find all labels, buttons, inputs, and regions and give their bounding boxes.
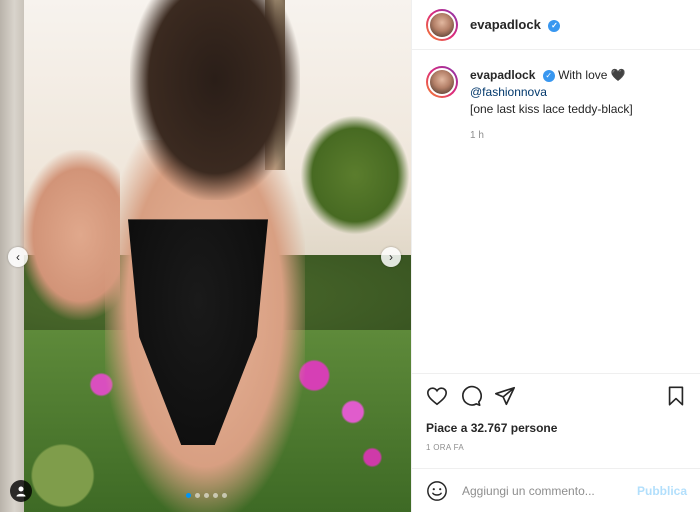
header-username[interactable]: evapadlock ✓ <box>470 17 561 32</box>
heart-icon <box>427 387 447 406</box>
post-timestamp[interactable]: 1 ORA FA <box>426 443 464 452</box>
carousel-indicator <box>186 493 227 498</box>
comment-icon <box>462 385 482 406</box>
save-button[interactable] <box>665 385 687 407</box>
comment-button[interactable] <box>460 385 482 407</box>
share-button[interactable] <box>494 385 516 407</box>
caption-text: evapadlock ✓ With love 🖤 @fashionnova [o… <box>470 67 633 118</box>
post-header: evapadlock ✓ <box>412 0 700 50</box>
username-text[interactable]: evapadlock <box>470 17 541 32</box>
action-bar <box>412 373 700 413</box>
post-image[interactable]: ‹ › <box>0 0 411 512</box>
verified-badge-icon: ✓ <box>542 69 555 82</box>
caption: evapadlock ✓ With love 🖤 @fashionnova [o… <box>426 66 696 118</box>
post-sidebar: evapadlock ✓ evapadlock ✓ With love 🖤 @f… <box>411 0 700 512</box>
mention-link[interactable]: @fashionnova <box>470 85 547 99</box>
caption-username[interactable]: evapadlock <box>470 68 535 82</box>
avatar[interactable] <box>426 8 458 41</box>
emoji-button[interactable] <box>426 480 448 502</box>
caption-body: With love <box>558 68 608 82</box>
verified-badge-icon: ✓ <box>548 19 561 32</box>
send-icon <box>495 386 515 406</box>
carousel-dot <box>186 493 191 498</box>
black-heart-icon: 🖤 <box>610 68 626 82</box>
image-tree <box>300 115 410 235</box>
smiley-icon <box>427 480 447 501</box>
carousel-dot <box>222 493 227 498</box>
likes-count[interactable]: Piace a 32.767 persone <box>426 421 557 435</box>
publish-button[interactable]: Pubblica <box>637 484 687 498</box>
carousel-dot <box>195 493 200 498</box>
carousel-next-button[interactable]: › <box>381 247 401 267</box>
tagged-users-button[interactable] <box>10 480 32 502</box>
caption-line2: [one last kiss lace teddy-black] <box>470 102 633 116</box>
bookmark-icon <box>668 386 684 406</box>
like-button[interactable] <box>426 385 448 407</box>
image-hair <box>130 0 300 200</box>
comment-bar: Pubblica <box>412 468 700 512</box>
caption-avatar[interactable] <box>426 66 458 98</box>
carousel-prev-button[interactable]: ‹ <box>8 247 28 267</box>
user-icon <box>16 486 26 497</box>
comment-input[interactable] <box>462 483 632 498</box>
carousel-dot <box>204 493 209 498</box>
carousel-dot <box>213 493 218 498</box>
caption-time[interactable]: 1 h <box>470 130 484 141</box>
chevron-right-icon: › <box>389 250 393 264</box>
chevron-left-icon: ‹ <box>16 250 20 264</box>
